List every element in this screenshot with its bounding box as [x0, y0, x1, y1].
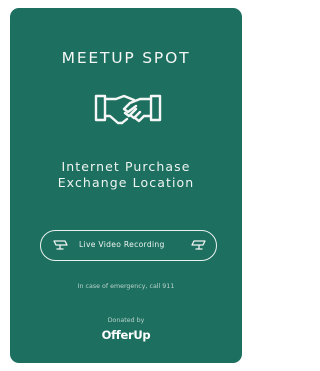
handshake-icon: [94, 94, 162, 125]
subtitle-line-1: Internet Purchase: [61, 159, 191, 174]
offerup-logo: OfferUp: [101, 328, 151, 342]
camera-icon: [191, 240, 206, 250]
meetup-spot-sign: MEETUP SPOT Internet Purchase Exchange L…: [10, 8, 242, 363]
emergency-notice: In case of emergency, call 911: [77, 283, 175, 290]
sign-subtitle: Internet Purchase Exchange Location: [10, 159, 242, 191]
sign-title: MEETUP SPOT: [61, 49, 191, 67]
camera-icon: [53, 240, 68, 250]
live-video-recording-badge: Live Video Recording: [40, 230, 217, 261]
recording-label: Live Video Recording: [79, 240, 165, 249]
subtitle-line-2: Exchange Location: [57, 175, 195, 190]
donated-by-label: Donated by: [107, 317, 145, 324]
